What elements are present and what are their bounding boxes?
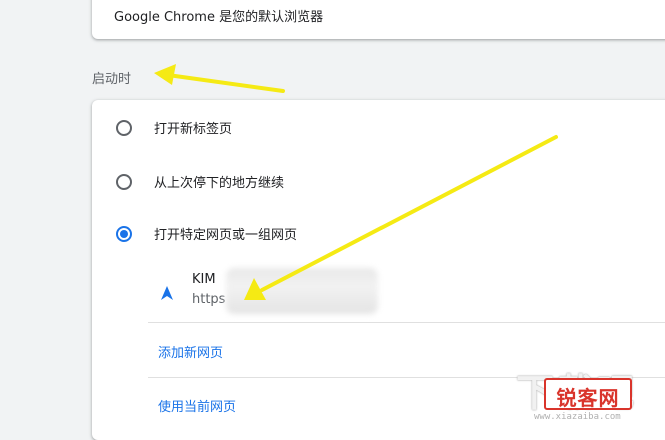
annotation-arrow-page	[244, 135, 558, 300]
watermark-label: 锐客网	[556, 386, 620, 410]
watermark-logo: 下载吧 锐客网 www.xiazaiba.com	[510, 362, 660, 426]
annotation-arrow-startup	[154, 64, 285, 93]
watermark-box: 锐客网	[544, 378, 632, 410]
watermark-url: www.xiazaiba.com	[534, 412, 621, 422]
